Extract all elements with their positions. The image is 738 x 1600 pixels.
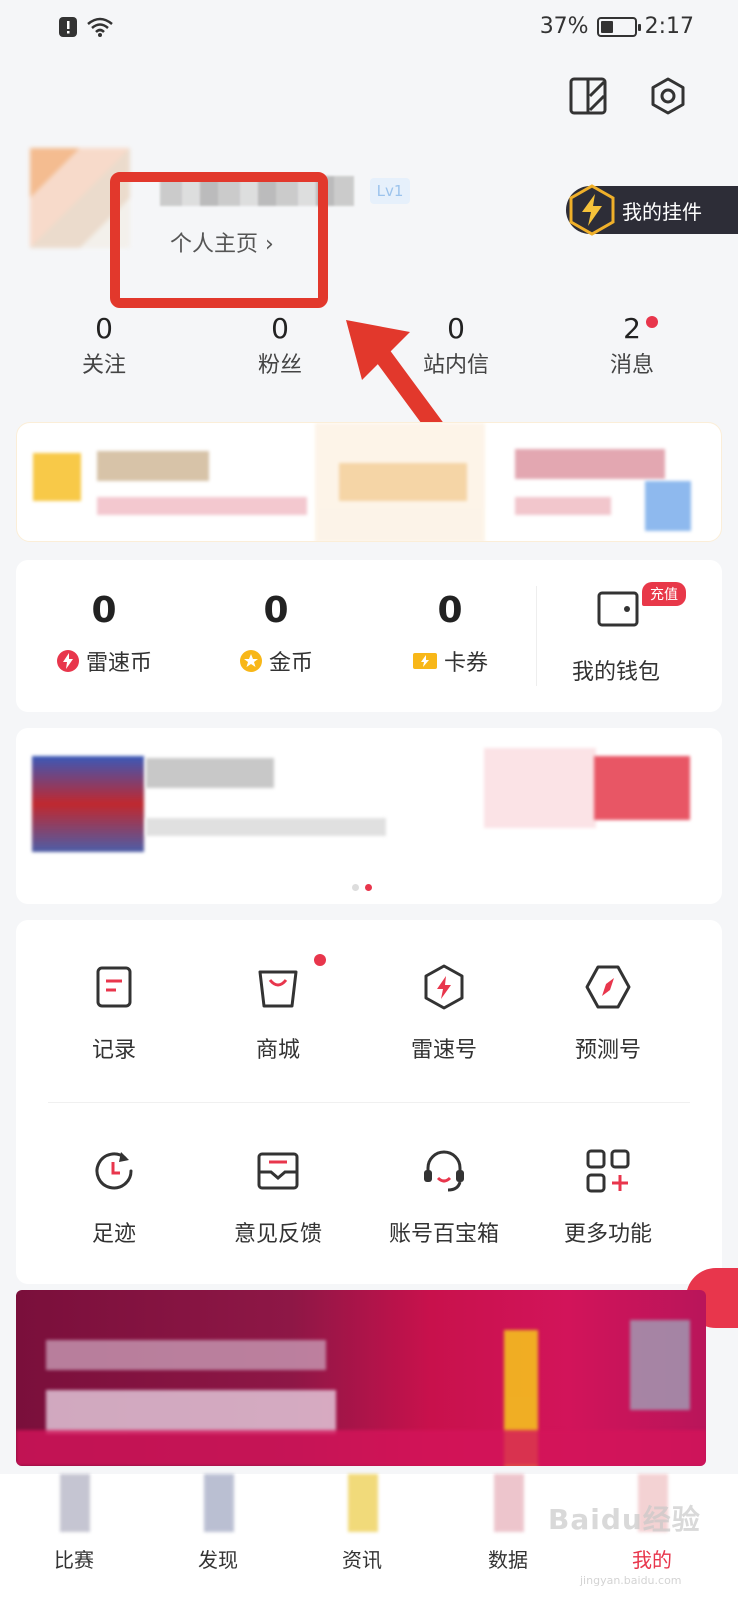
headset-icon — [424, 1150, 464, 1192]
stat-value: 0 — [271, 312, 289, 345]
wallet-coupons[interactable]: 0 卡券 — [362, 590, 538, 677]
stat-inbox[interactable]: 0 站内信 — [368, 312, 544, 379]
function-label: 意见反馈 — [233, 1222, 322, 1247]
promo-ad-blurred[interactable] — [16, 1290, 706, 1466]
tab-image-blurred — [60, 1474, 90, 1532]
record-icon — [96, 966, 132, 1008]
unread-dot — [646, 316, 658, 328]
coin-label: 卡券 — [443, 651, 488, 676]
function-account-toolbox[interactable]: 账号百宝箱 — [356, 1142, 532, 1248]
coupon-icon — [412, 653, 437, 669]
lightning-hexagon-icon — [569, 184, 615, 236]
leisu-coin-icon — [56, 650, 79, 672]
function-label: 更多功能 — [563, 1222, 652, 1247]
function-prediction[interactable]: 预测号 — [520, 958, 696, 1064]
tab-mine[interactable]: 我的 — [592, 1544, 712, 1573]
stat-label: 关注 — [81, 353, 126, 378]
tab-image-blurred — [494, 1474, 524, 1532]
wallet-leisu-coin[interactable]: 0 雷速币 — [16, 590, 192, 677]
battery-percent: 37% — [539, 14, 589, 39]
tab-image-blurred — [348, 1474, 378, 1532]
tab-image-blurred — [204, 1474, 234, 1532]
function-record[interactable]: 记录 — [26, 958, 202, 1064]
my-wallet-label[interactable]: 我的钱包 — [572, 654, 660, 686]
profile-stats: 0 关注 0 粉丝 0 站内信 2 消息 — [16, 312, 722, 379]
pendant-label: 我的挂件 — [622, 199, 702, 224]
new-dot — [314, 954, 326, 966]
function-label: 记录 — [91, 1038, 136, 1063]
pager-dot — [352, 884, 359, 891]
wallet-icon[interactable] — [596, 588, 642, 630]
compass-icon — [585, 965, 631, 1009]
stat-label: 站内信 — [422, 353, 489, 378]
status-bar: 37% 2:17 — [0, 0, 738, 56]
divider — [536, 586, 537, 686]
tab-data[interactable]: 数据 — [448, 1544, 568, 1573]
stat-messages[interactable]: 2 消息 — [544, 312, 720, 379]
watermark-url: jingyan.baidu.com — [580, 1574, 682, 1587]
function-label: 预测号 — [574, 1038, 641, 1063]
history-icon — [95, 1152, 133, 1190]
activity-banner-blurred[interactable] — [16, 728, 722, 904]
watermark-brand: Baidu经验 — [548, 1503, 701, 1536]
function-shop[interactable]: 商城 — [190, 954, 366, 1064]
stat-value: 0 — [447, 312, 465, 345]
wifi-icon — [87, 17, 113, 37]
level-badge: Lv1 — [370, 178, 410, 204]
function-label: 商城 — [255, 1038, 300, 1063]
battery-icon — [596, 16, 641, 37]
membership-promo-blurred[interactable] — [16, 422, 722, 542]
function-more[interactable]: 更多功能 — [520, 1142, 696, 1248]
wallet-card: 0 雷速币 0 金币 0 卡券 充值 我的钱包 — [16, 560, 722, 712]
function-history[interactable]: 足迹 — [26, 1142, 202, 1248]
banner-pager — [352, 884, 372, 891]
clock: 2:17 — [644, 14, 694, 39]
function-label: 足迹 — [91, 1222, 136, 1247]
tab-discover[interactable]: 发现 — [158, 1544, 278, 1573]
coin-value: 0 — [437, 590, 463, 631]
stat-label: 消息 — [609, 353, 654, 378]
alert-icon — [59, 17, 77, 37]
stat-label: 粉丝 — [257, 353, 302, 378]
function-feedback[interactable]: 意见反馈 — [190, 1142, 366, 1248]
stat-following[interactable]: 0 关注 — [16, 312, 192, 379]
wallet-gold-coin[interactable]: 0 金币 — [188, 590, 364, 677]
coin-value: 0 — [91, 590, 117, 631]
pager-dot-active — [365, 884, 372, 891]
mail-icon — [257, 1152, 299, 1190]
gold-coin-icon — [239, 650, 262, 672]
grid-divider — [48, 1102, 690, 1103]
coin-label: 雷速币 — [85, 651, 152, 676]
tab-news[interactable]: 资讯 — [302, 1544, 422, 1573]
my-pendant-button[interactable]: 我的挂件 — [566, 184, 738, 236]
coin-label: 金币 — [268, 651, 313, 676]
recharge-badge[interactable]: 充值 — [642, 582, 686, 606]
annotation-highlight-box — [110, 172, 328, 308]
leisu-account-icon — [424, 964, 464, 1010]
more-grid-icon — [586, 1149, 630, 1193]
skin-theme-icon[interactable] — [568, 76, 608, 116]
settings-gear-icon[interactable] — [648, 76, 688, 116]
coin-value: 0 — [263, 590, 289, 631]
function-leisu-account[interactable]: 雷速号 — [356, 958, 532, 1064]
stat-value: 0 — [95, 312, 113, 345]
tab-matches[interactable]: 比赛 — [14, 1544, 134, 1573]
function-label: 账号百宝箱 — [388, 1222, 499, 1247]
function-grid: 记录 商城 雷速号 预测号 足迹 意见反馈 账号百宝箱 更多功能 — [16, 920, 722, 1284]
function-label: 雷速号 — [410, 1038, 477, 1063]
shop-bag-icon — [258, 970, 298, 1008]
stat-fans[interactable]: 0 粉丝 — [192, 312, 368, 379]
stat-value: 2 — [623, 312, 641, 345]
